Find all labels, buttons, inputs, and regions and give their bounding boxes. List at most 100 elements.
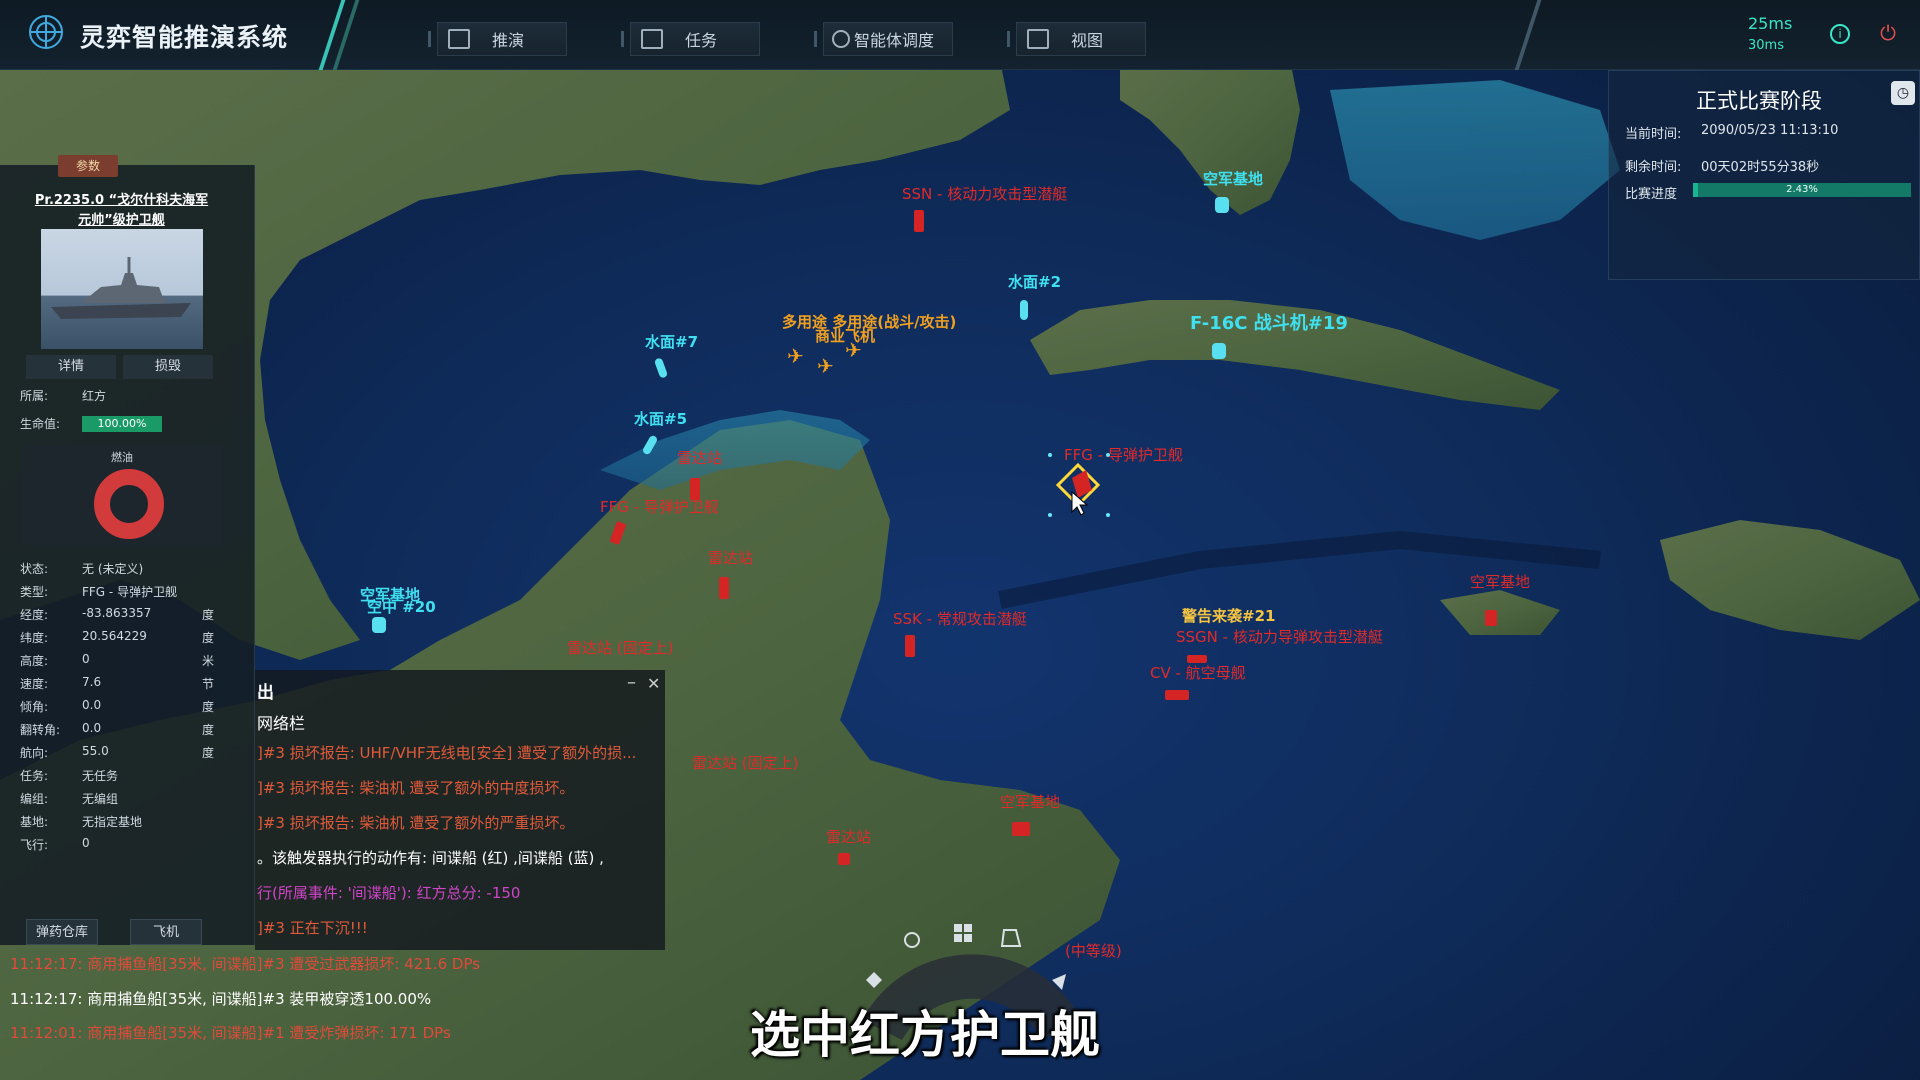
nav-tab-tasks[interactable]: 任务	[621, 22, 760, 56]
unit-f16[interactable]	[1212, 343, 1226, 359]
console-subtitle: 网络栏	[257, 714, 306, 733]
field-flight: 飞行: 0	[20, 836, 220, 854]
unit-airbase-red[interactable]	[1485, 610, 1497, 626]
tab-marker	[621, 31, 624, 47]
field-value: 0	[82, 652, 90, 666]
field-side: 所属: 红方	[20, 387, 220, 405]
unit-airbase-red-2[interactable]	[1012, 822, 1030, 836]
field-value: -83.863357	[82, 606, 152, 620]
field-value: 20.564229	[82, 629, 147, 643]
panel-tab-params[interactable]: 参数	[58, 155, 118, 177]
field-unit: 度	[202, 631, 215, 645]
nav-tab-simulate[interactable]: 推演	[428, 22, 567, 56]
match-stage-title: 正式比赛阶段	[1696, 89, 1822, 113]
map-label: 水面#2	[1008, 273, 1062, 291]
close-icon[interactable]: ✕	[647, 674, 660, 693]
info-icon[interactable]: i	[1830, 24, 1850, 44]
field-label: 飞行:	[20, 838, 49, 852]
divider	[1514, 0, 1542, 70]
nav-tab-label: 智能体调度	[854, 31, 935, 50]
latency-secondary: 30ms	[1748, 38, 1784, 53]
progress-bar: 2.43%	[1693, 183, 1911, 197]
agents-icon	[832, 30, 850, 48]
image-icon	[1027, 29, 1049, 49]
map-label: 水面#7	[645, 333, 699, 351]
field-latitude: 纬度: 20.564229 度	[20, 629, 220, 647]
ammo-depot-button[interactable]: 弹药仓库	[26, 919, 98, 945]
progress-row: 比赛进度	[1625, 183, 1677, 202]
field-label: 经度:	[20, 608, 49, 622]
unit-ssk[interactable]	[905, 635, 915, 657]
console-line: ]#3 损坏报告: 柴油机 遭受了额外的中度损坏。	[257, 779, 575, 797]
land-florida	[1120, 60, 1300, 215]
minimize-icon[interactable]: –	[627, 672, 636, 693]
fuel-ring	[94, 469, 164, 539]
unit-radar-3[interactable]	[838, 853, 850, 865]
progress-text: 2.43%	[1786, 184, 1818, 195]
map-label: 雷达站 (固定上)	[692, 754, 799, 772]
unit-cv[interactable]	[1165, 690, 1189, 700]
field-value: 无编组	[82, 792, 119, 806]
field-roll: 翻转角: 0.0 度	[20, 721, 220, 739]
nav-tab-agents[interactable]: 智能体调度	[814, 22, 953, 56]
hp-bar: 100.00%	[82, 416, 162, 432]
map-label: 警告来袭#21	[1182, 607, 1276, 625]
grid-icon[interactable]	[954, 924, 962, 932]
remaining-time-label: 剩余时间	[1625, 160, 1678, 175]
power-icon[interactable]: ⏻	[1877, 22, 1899, 44]
console-line: ]#3 损坏报告: 柴油机 遭受了额外的严重损坏。	[257, 814, 575, 832]
console-line: 。该触发器执行的动作有: 间谍船 (红) ,间谍船 (蓝) ,	[257, 849, 604, 867]
aircraft-button[interactable]: 飞机	[130, 919, 202, 945]
field-value: 无指定基地	[82, 815, 143, 829]
nav-tab-label: 推演	[492, 31, 525, 50]
nav-tab-view[interactable]: 视图	[1007, 22, 1146, 56]
app-title: 灵弈智能推演系统	[80, 23, 289, 52]
field-heading: 航向: 55.0 度	[20, 744, 220, 762]
map-label: 空中 #20	[367, 598, 436, 616]
field-longitude: 经度: -83.863357 度	[20, 606, 220, 624]
field-unit: 度	[202, 700, 215, 714]
latency-primary: 25ms	[1748, 14, 1793, 33]
field-state: 状态: 无 (未定义)	[20, 560, 220, 578]
unit-radar-2[interactable]	[719, 577, 729, 599]
map-label: SSGN - 核动力导弹攻击型潜艇	[1176, 628, 1383, 646]
field-mission: 任务: 无任务	[20, 767, 220, 785]
map-label: 雷达站	[826, 828, 872, 846]
field-label: 生命值:	[20, 417, 61, 431]
field-unit: 度	[202, 723, 215, 737]
ship-name[interactable]: Pr.2235.0 “戈尔什科夫海军元帅”级护卫舰	[34, 191, 209, 231]
field-speed: 速度: 7.6 节	[20, 675, 220, 693]
unit-airbase-cyan[interactable]	[1215, 197, 1229, 213]
field-label: 翻转角:	[20, 723, 61, 737]
aircraft-icon[interactable]: ✈	[817, 354, 834, 378]
app-logo-icon	[29, 15, 63, 49]
map-label: 雷达站	[708, 549, 754, 567]
map-label: 空军基地	[1470, 573, 1531, 591]
field-value: 7.6	[82, 675, 102, 689]
unit-surface-2[interactable]	[1020, 300, 1028, 320]
document-icon[interactable]	[1000, 929, 1022, 947]
details-button[interactable]: 详情	[26, 355, 116, 379]
unit-ssn[interactable]	[914, 210, 924, 232]
fuel-label: 燃油	[111, 451, 133, 464]
bahamas-shelf	[1330, 80, 1620, 240]
remaining-time-value: 00天02时55分38秒	[1701, 160, 1820, 175]
field-label: 编组:	[20, 792, 49, 806]
unit-air-20[interactable]	[372, 617, 386, 633]
field-value: FFG - 导弹护卫舰	[82, 585, 178, 599]
field-value: 0	[82, 836, 90, 850]
target-icon[interactable]	[904, 932, 920, 948]
unit-parameters-panel: 参数 Pr.2235.0 “戈尔什科夫海军元帅”级护卫舰 详情 损毁 所属: 红…	[0, 155, 255, 945]
field-pitch: 倾角: 0.0 度	[20, 698, 220, 716]
aircraft-icon[interactable]: ✈	[787, 344, 804, 368]
damage-button[interactable]: 损毁	[123, 355, 213, 379]
tab-marker	[814, 31, 817, 47]
field-label: 任务:	[20, 769, 49, 783]
field-unit: 节	[202, 677, 215, 691]
move-icon[interactable]	[866, 972, 882, 988]
field-value: 0.0	[82, 698, 102, 712]
clock-icon[interactable]: ◷	[1891, 81, 1915, 105]
nav-tab-label: 视图	[1071, 31, 1104, 50]
field-value: 0.0	[82, 721, 102, 735]
field-label: 倾角:	[20, 700, 49, 714]
